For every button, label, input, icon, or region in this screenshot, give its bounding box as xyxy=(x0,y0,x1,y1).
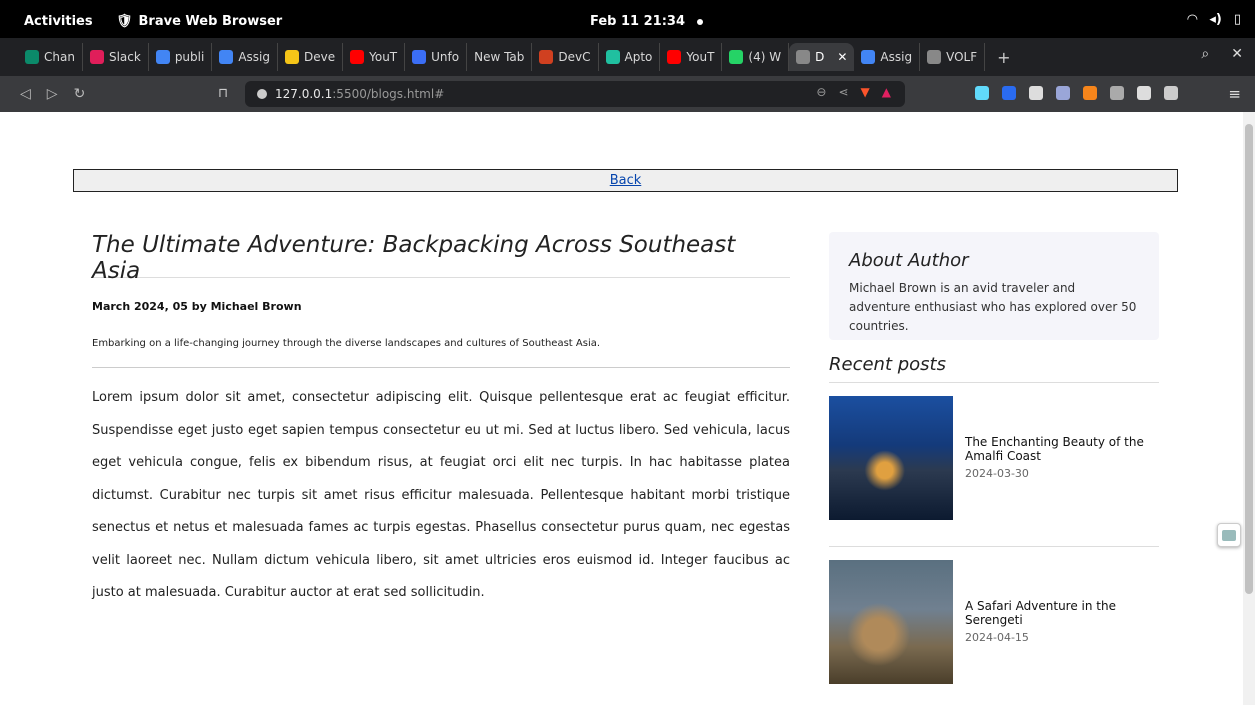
recent-posts-title: Recent posts xyxy=(829,354,1159,383)
tab-youtube-2[interactable]: YouT xyxy=(660,43,723,71)
tab-youtube-1[interactable]: YouT xyxy=(343,43,406,71)
article-meta: March 2024, 05 by Michael Brown xyxy=(92,300,302,313)
post-date: 2024-03-30 xyxy=(965,467,1029,480)
battery-icon: ▯ xyxy=(1233,12,1241,27)
activities-button[interactable]: Activities xyxy=(24,14,93,29)
unfold-icon xyxy=(412,50,427,64)
article-excerpt: Embarking on a life-changing journey thr… xyxy=(92,338,790,368)
tab-unfold[interactable]: Unfo xyxy=(405,43,468,71)
react-devtools-icon[interactable] xyxy=(975,86,989,100)
brave-rewards-icon[interactable]: ▲ xyxy=(882,85,891,99)
extensions-puzzle-icon[interactable] xyxy=(1110,86,1124,100)
solana-icon xyxy=(285,50,299,64)
clock[interactable]: Feb 11 21:34 xyxy=(590,14,703,29)
share-icon[interactable]: ⋖ xyxy=(838,85,848,99)
aptos-icon xyxy=(605,50,620,64)
post-title[interactable]: The Enchanting Beauty of the Amalfi Coas… xyxy=(965,435,1159,463)
globe-icon xyxy=(927,50,942,64)
search-tabs-icon[interactable]: ⌕ xyxy=(1201,46,1209,62)
article: The Ultimate Adventure: Backpacking Acro… xyxy=(92,232,790,610)
hamburger-menu-icon[interactable]: ≡ xyxy=(1228,85,1241,103)
tab-devc[interactable]: DevC xyxy=(532,43,599,71)
close-tab-icon[interactable]: ✕ xyxy=(837,50,847,64)
app-menu[interactable]: 🛡 Brave Web Browser xyxy=(116,14,282,29)
article-title: The Ultimate Adventure: Backpacking Acro… xyxy=(92,232,790,284)
url-path: :5500/blogs.html# xyxy=(332,87,445,101)
devc-icon xyxy=(539,50,554,64)
tab-whatsapp[interactable]: (4) W xyxy=(722,43,790,71)
tab-solana[interactable]: Deve xyxy=(278,43,344,71)
close-window-icon[interactable]: ✕ xyxy=(1231,46,1243,62)
extension-blue-icon[interactable] xyxy=(1002,86,1016,100)
eyedropper-icon[interactable] xyxy=(1029,86,1043,100)
clock-text: Feb 11 21:34 xyxy=(590,14,685,29)
tab-active[interactable]: D ✕ xyxy=(789,43,855,71)
scrollbar-thumb[interactable] xyxy=(1245,124,1253,594)
system-tray[interactable]: ◠ ◂) ▯ xyxy=(1187,12,1241,27)
notification-dot-icon xyxy=(697,18,703,25)
tab-new-tab[interactable]: New Tab xyxy=(467,43,533,71)
system-top-bar: Activities 🛡 Brave Web Browser Feb 11 21… xyxy=(0,0,1255,38)
recent-post[interactable]: A Safari Adventure in the Serengeti 2024… xyxy=(829,560,1159,684)
tab-strip: Chan Slack publi Assig Deve YouT Unfo Ne… xyxy=(0,38,1255,76)
brave-lion-icon: 🛡 xyxy=(116,14,133,29)
post-title[interactable]: A Safari Adventure in the Serengeti xyxy=(965,599,1159,627)
metamask-icon[interactable] xyxy=(1083,86,1097,100)
tab-google[interactable]: publi xyxy=(149,43,213,71)
address-toolbar: ◁ ▷ ↻ ⊓ 127.0.0.1 :5500/blogs.html# ⊖ ⋖ … xyxy=(0,76,1255,112)
tab-docs-2[interactable]: Assig xyxy=(854,43,921,71)
post-divider xyxy=(829,546,1159,547)
post-date: 2024-04-15 xyxy=(965,631,1029,644)
back-link[interactable]: Back xyxy=(610,173,642,188)
wallet-icon[interactable] xyxy=(1164,86,1178,100)
volume-icon: ◂) xyxy=(1209,12,1222,27)
site-info-icon[interactable] xyxy=(257,89,267,99)
url-host: 127.0.0.1 xyxy=(275,87,333,101)
tab-aptos[interactable]: Apto xyxy=(599,43,661,71)
slack-icon xyxy=(89,50,104,64)
wifi-icon: ◠ xyxy=(1187,12,1198,27)
url-bar[interactable]: 127.0.0.1 :5500/blogs.html# ⊖ ⋖ ▼ ▲ xyxy=(245,81,905,107)
forward-icon[interactable]: ▷ xyxy=(47,86,58,102)
bookmark-icon[interactable]: ⊓ xyxy=(218,86,228,101)
whatsapp-icon xyxy=(729,50,744,64)
youtube-icon xyxy=(667,50,682,64)
youtube-icon xyxy=(350,50,365,64)
new-tab-button[interactable]: + xyxy=(997,48,1010,67)
article-body: Lorem ipsum dolor sit amet, consectetur … xyxy=(92,390,790,600)
reload-icon[interactable]: ↻ xyxy=(74,86,86,102)
web-page: Back The Ultimate Adventure: Backpacking… xyxy=(0,112,1243,705)
google-icon xyxy=(155,50,170,64)
tab-chatgpt[interactable]: Chan xyxy=(18,43,83,71)
docs-icon xyxy=(861,50,876,64)
back-icon[interactable]: ◁ xyxy=(20,86,31,102)
extension-mail-icon[interactable] xyxy=(1056,86,1070,100)
about-author-card: About Author Michael Brown is an avid tr… xyxy=(829,232,1159,340)
app-name: Brave Web Browser xyxy=(138,14,283,29)
docs-icon xyxy=(219,50,234,64)
about-author-title: About Author xyxy=(849,250,969,271)
post-thumbnail[interactable] xyxy=(829,560,953,684)
floating-mail-widget-icon[interactable] xyxy=(1217,523,1241,547)
sidebar: About Author Michael Brown is an avid tr… xyxy=(829,232,1159,684)
chatgpt-icon xyxy=(25,50,39,64)
recent-post[interactable]: The Enchanting Beauty of the Amalfi Coas… xyxy=(829,396,1159,520)
brave-shields-icon[interactable]: ▼ xyxy=(861,85,870,99)
back-bar: Back xyxy=(73,169,1178,192)
tab-docs-1[interactable]: Assig xyxy=(212,43,278,71)
globe-icon xyxy=(796,50,811,64)
sidebar-icon[interactable] xyxy=(1137,86,1151,100)
tab-slack[interactable]: Slack xyxy=(83,43,149,71)
zoom-icon[interactable]: ⊖ xyxy=(816,85,826,99)
about-author-text: Michael Brown is an avid traveler and ad… xyxy=(849,281,1137,333)
tab-volf[interactable]: VOLF xyxy=(920,43,986,71)
page-scrollbar[interactable] xyxy=(1243,112,1255,705)
post-thumbnail[interactable] xyxy=(829,396,953,520)
